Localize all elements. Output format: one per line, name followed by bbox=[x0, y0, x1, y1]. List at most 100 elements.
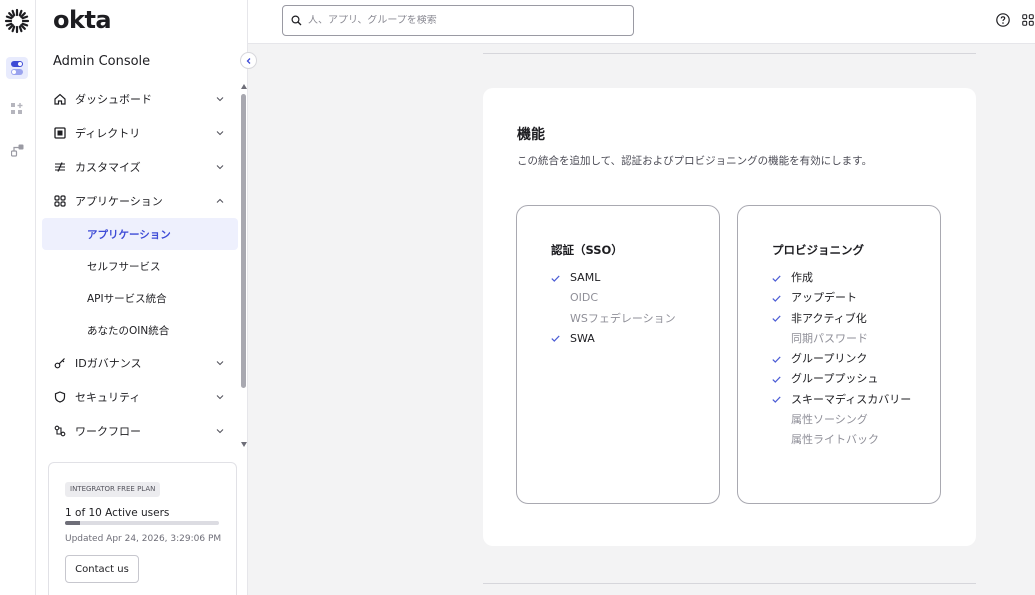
checkmark-icon bbox=[772, 390, 782, 410]
icon-rail bbox=[0, 0, 36, 595]
plan-badge: INTEGRATOR FREE PLAN bbox=[65, 482, 161, 497]
chevron-left-icon bbox=[246, 57, 250, 64]
feature-item: 作成 bbox=[772, 268, 932, 288]
feature-item: アップデート bbox=[772, 288, 932, 308]
active-users-progress-fill bbox=[65, 521, 81, 525]
toggle-icon bbox=[11, 61, 23, 75]
chevron-down-icon bbox=[216, 165, 224, 170]
chevron-down-icon bbox=[216, 131, 224, 136]
provisioning-title: プロビジョニング bbox=[772, 243, 864, 257]
scroll-up-arrow-icon[interactable] bbox=[241, 84, 247, 89]
sidebar-item-label: セキュリティ bbox=[75, 391, 141, 404]
admin-console-title: Admin Console bbox=[53, 54, 151, 69]
sso-feature-box: 認証（SSO） SAML OIDC WSフェデレーション SWA bbox=[516, 205, 720, 504]
capabilities-title: 機能 bbox=[517, 127, 545, 143]
chevron-down-icon bbox=[216, 395, 224, 400]
sidebar-subitem-api-service-integrations[interactable]: APIサービス統合 bbox=[42, 282, 238, 314]
section-divider-top bbox=[483, 53, 976, 54]
feature-item-label: 非アクティブ化 bbox=[791, 311, 867, 325]
feature-item: 非アクティブ化 bbox=[772, 309, 932, 329]
okta-sunburst-logo-icon[interactable] bbox=[4, 8, 30, 34]
sidebar-item-security[interactable]: セキュリティ bbox=[42, 380, 238, 414]
chevron-down-icon bbox=[216, 97, 224, 102]
rail-add-apps-button[interactable] bbox=[6, 98, 28, 120]
provisioning-feature-list: 作成アップデート 非アクティブ化 同期パスワード グループリンク グループプッシュスキー… bbox=[772, 268, 932, 451]
feature-item: SWA bbox=[551, 329, 711, 349]
sidebar-subitem-applications[interactable]: アプリケーション bbox=[42, 218, 238, 250]
feature-item-label: SWA bbox=[570, 331, 595, 345]
sidebar-item-customize[interactable]: カスタマイズ bbox=[42, 150, 238, 184]
sidebar-item-label: カスタマイズ bbox=[75, 161, 141, 174]
sidebar-subitem-your-oin-integrations[interactable]: あなたのOIN統合 bbox=[42, 314, 238, 346]
chevron-up-icon bbox=[216, 198, 224, 203]
scrollbar-thumb[interactable] bbox=[241, 94, 246, 388]
checkmark-icon bbox=[772, 349, 782, 369]
search-icon bbox=[291, 15, 302, 26]
grid-plus-icon bbox=[11, 103, 23, 114]
okta-logo[interactable]: okta bbox=[53, 6, 112, 34]
search-box[interactable] bbox=[282, 5, 634, 36]
sso-feature-list: SAML OIDC WSフェデレーション SWA bbox=[551, 268, 711, 349]
sidebar-scrollbar[interactable] bbox=[240, 84, 247, 452]
feature-item: グループリンク bbox=[772, 349, 932, 369]
shield-icon bbox=[53, 390, 67, 404]
sidebar-collapse-button[interactable] bbox=[240, 52, 257, 69]
feature-item: グループプッシュ bbox=[772, 369, 932, 389]
sidebar-nav: ダッシュボード ディレクトリ カスタマイズ アプリケーション アプリケーション … bbox=[42, 82, 238, 448]
active-users-progress-bar bbox=[65, 521, 219, 525]
sidebar: okta Admin Console ダッシュボード ディレクトリ カスタマイズ bbox=[36, 0, 248, 595]
feature-item-label: OIDC bbox=[570, 291, 599, 305]
sidebar-item-label: ダッシュボード bbox=[75, 93, 152, 106]
checkmark-icon bbox=[772, 288, 782, 308]
checkmark-icon bbox=[551, 268, 561, 288]
workflow-connector-icon bbox=[10, 144, 23, 157]
scroll-down-arrow-icon[interactable] bbox=[241, 442, 247, 447]
home-icon bbox=[53, 92, 67, 106]
feature-item: SAML bbox=[551, 268, 711, 288]
sso-title: 認証（SSO） bbox=[551, 243, 623, 257]
sidebar-item-label: ディレクトリ bbox=[75, 127, 141, 140]
apps-grid-icon bbox=[53, 194, 67, 208]
sidebar-item-label: ワークフロー bbox=[75, 425, 141, 438]
capabilities-description: この統合を追加して、認証およびプロビジョニングの機能を有効にします。 bbox=[517, 155, 873, 167]
sidebar-item-applications[interactable]: アプリケーション bbox=[42, 184, 238, 218]
top-bar bbox=[248, 0, 1035, 44]
search-input[interactable] bbox=[308, 15, 608, 26]
section-divider-bottom bbox=[483, 583, 976, 584]
feature-item-label: スキーマディスカバリー bbox=[791, 392, 912, 406]
workflow-icon bbox=[53, 424, 67, 438]
sidebar-item-identity-governance[interactable]: IDガバナンス bbox=[42, 346, 238, 380]
sidebar-item-label: IDガバナンス bbox=[75, 357, 142, 370]
sidebar-item-directory[interactable]: ディレクトリ bbox=[42, 116, 238, 150]
feature-item: 属性ライトバック bbox=[772, 430, 932, 450]
sidebar-item-dashboard[interactable]: ダッシュボード bbox=[42, 82, 238, 116]
help-icon[interactable] bbox=[995, 12, 1011, 28]
checkmark-icon bbox=[772, 309, 782, 329]
chevron-down-icon bbox=[216, 429, 224, 434]
rail-workflow-button[interactable] bbox=[6, 139, 28, 161]
active-users-count: 1 of 10 Active users bbox=[65, 507, 170, 519]
app-switcher-icon[interactable] bbox=[1021, 12, 1035, 28]
feature-item-label: グループプッシュ bbox=[791, 372, 879, 386]
rail-admin-toggle-button[interactable] bbox=[6, 57, 28, 79]
feature-item-label: 同期パスワード bbox=[791, 331, 868, 345]
capabilities-card: 機能 この統合を追加して、認証およびプロビジョニングの機能を有効にします。 認証… bbox=[483, 88, 976, 546]
feature-item-label: SAML bbox=[570, 271, 601, 284]
provisioning-feature-box: プロビジョニング 作成アップデート 非アクティブ化 同期パスワード グループリンク グル… bbox=[737, 205, 941, 504]
checkmark-icon bbox=[772, 268, 782, 288]
feature-item: 属性ソーシング bbox=[772, 410, 932, 430]
feature-item: 同期パスワード bbox=[772, 329, 932, 349]
feature-item-label: 作成 bbox=[791, 271, 813, 284]
sidebar-subitem-self-service[interactable]: セルフサービス bbox=[42, 250, 238, 282]
directory-icon bbox=[53, 126, 67, 140]
customize-icon bbox=[53, 160, 67, 174]
feature-item-label: アップデート bbox=[791, 291, 857, 305]
feature-item-label: 属性ソーシング bbox=[791, 413, 868, 427]
feature-item: OIDC bbox=[551, 288, 711, 308]
feature-item: WSフェデレーション bbox=[551, 309, 711, 329]
sidebar-item-label: アプリケーション bbox=[75, 195, 163, 208]
sidebar-item-workflow[interactable]: ワークフロー bbox=[42, 414, 238, 448]
checkmark-icon bbox=[772, 369, 782, 389]
contact-us-button[interactable]: Contact us bbox=[65, 555, 139, 583]
feature-item-label: グループリンク bbox=[791, 352, 868, 366]
